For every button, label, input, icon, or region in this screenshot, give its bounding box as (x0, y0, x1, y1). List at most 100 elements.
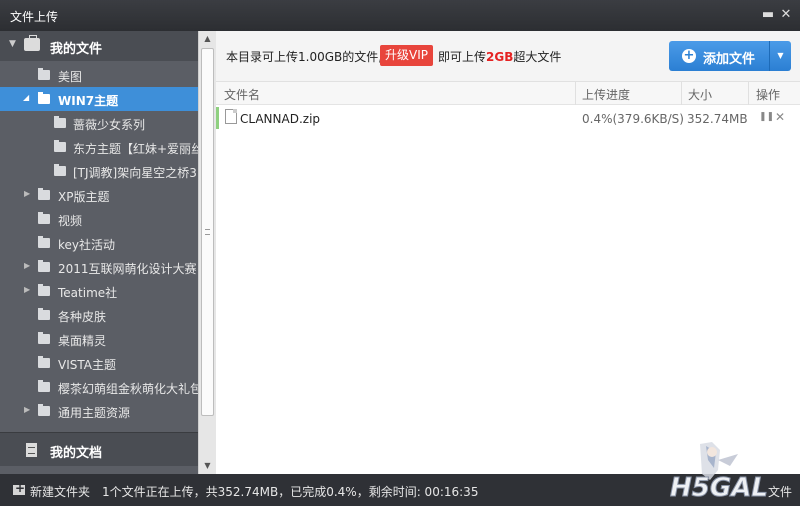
my-files-label: 我的文件 (50, 42, 103, 57)
column-divider (681, 82, 682, 105)
my-documents-label: 我的文档 (50, 446, 103, 461)
close-button[interactable]: ✕ (778, 7, 794, 23)
sidebar-item-label: 视频 (58, 214, 83, 228)
sidebar: ▼ 我的文件 美图 ◢ WIN7主题 蔷薇少女系列 东方主题【红妹+爱丽丝 [T… (0, 31, 216, 474)
sidebar-item-label: VISTA主题 (58, 358, 116, 372)
scroll-down-icon[interactable]: ▼ (199, 458, 216, 474)
folder-icon (38, 380, 50, 392)
upload-status-text: 1个文件正在上传，共352.74MB，已完成0.4%，剩余时间: 00:16:3… (102, 485, 479, 499)
window-title: 文件上传 (10, 10, 59, 24)
vip-benefit-suffix: 超大文件 (513, 50, 562, 64)
sidebar-item-label: 樱茶幻萌组金秋萌化大礼包 (58, 382, 198, 396)
folder-icon (38, 92, 50, 104)
new-folder-button[interactable]: 新建文件夹 (30, 483, 90, 500)
col-name[interactable]: 文件名 (224, 86, 260, 103)
folder-icon (38, 68, 50, 80)
column-divider (575, 82, 576, 105)
title-bar: 文件上传 ▬ ✕ (0, 0, 800, 31)
add-file-label: 添加文件 (703, 52, 756, 67)
minimize-button[interactable]: ▬ (760, 7, 776, 23)
sidebar-item-video[interactable]: 视频 (0, 207, 198, 231)
sidebar-item-label: [TJ调教]架向星空之桥3 (73, 166, 197, 180)
pause-icon[interactable]: ❚❚ (759, 112, 774, 122)
sidebar-item-teatime[interactable]: ▶ Teatime社 (0, 279, 198, 303)
sidebar-item-label: 通用主题资源 (58, 406, 131, 420)
folder-icon (38, 236, 50, 248)
sidebar-item-vista[interactable]: VISTA主题 (0, 351, 198, 375)
col-size[interactable]: 大小 (688, 86, 712, 103)
col-action: 操作 (756, 88, 781, 102)
sidebar-item-label: key社活动 (58, 238, 116, 252)
sidebar-item-sub-2[interactable]: 东方主题【红妹+爱丽丝 (0, 135, 198, 159)
sidebar-item-sub-1[interactable]: 蔷薇少女系列 (0, 111, 198, 135)
sidebar-item-desktop-sprite[interactable]: 桌面精灵 (0, 327, 198, 351)
folder-icon (54, 164, 66, 176)
upload-progress: 0.4%(379.6KB/S) (582, 112, 684, 126)
file-size: 352.74MB (687, 112, 748, 126)
expand-arrow-icon[interactable]: ▶ (24, 405, 30, 414)
file-icon (225, 109, 237, 124)
file-name: CLANNAD.zip (240, 112, 321, 126)
folder-icon (38, 212, 50, 224)
upgrade-vip-button[interactable]: 升级VIP (380, 45, 433, 66)
folder-icon (38, 356, 50, 368)
sidebar-item-skins[interactable]: 各种皮肤 (0, 303, 198, 327)
folder-icon (54, 140, 66, 152)
column-divider (748, 82, 749, 105)
sidebar-item-label: 美图 (58, 70, 83, 84)
my-documents-header[interactable]: 我的文档 (0, 432, 198, 466)
folder-icon (38, 188, 50, 200)
expand-arrow-icon[interactable]: ▶ (24, 189, 30, 198)
quota-text: 本目录可上传1.00GB的文件, (226, 50, 383, 64)
scroll-thumb[interactable] (201, 48, 214, 416)
expand-arrow-icon[interactable]: ▶ (24, 261, 30, 270)
table-row[interactable]: CLANNAD.zip 0.4%(379.6KB/S) 352.74MB ❚❚ … (216, 105, 800, 131)
upload-indicator (216, 107, 219, 129)
main-panel: 本目录可上传1.00GB的文件, 升级VIP 即可上传2GB超大文件 + 添加文… (216, 31, 800, 474)
my-files-header[interactable]: ▼ 我的文件 (0, 31, 198, 61)
folder-icon (38, 404, 50, 416)
sidebar-scrollbar[interactable]: ▲ ▼ (198, 31, 216, 474)
folder-icon (54, 116, 66, 128)
vip-benefit-prefix: 即可上传 (438, 50, 487, 64)
sidebar-item-sub-3[interactable]: [TJ调教]架向星空之桥3 (0, 159, 198, 183)
sidebar-item-label: 桌面精灵 (58, 334, 107, 348)
watermark-text: H5GAL (670, 473, 768, 502)
new-folder-icon[interactable] (13, 481, 25, 495)
grip-icon (205, 229, 210, 235)
vip-benefit-text: 即可上传2GB超大文件 (438, 48, 561, 65)
vip-size-highlight: 2GB (486, 50, 514, 64)
collapse-caret-icon: ▼ (9, 39, 16, 49)
sidebar-item-label: 蔷薇少女系列 (73, 118, 146, 132)
sidebar-item-contest[interactable]: ▶ 2011互联网萌化设计大赛 (0, 255, 198, 279)
sidebar-item-label: 2011互联网萌化设计大赛 (58, 262, 197, 276)
cancel-icon[interactable]: ✕ (775, 110, 785, 124)
sidebar-item-win7[interactable]: ◢ WIN7主题 (0, 87, 198, 111)
sidebar-item-meitu[interactable]: 美图 (0, 63, 198, 87)
scroll-up-icon[interactable]: ▲ (199, 31, 216, 47)
folder-icon (38, 332, 50, 344)
sidebar-item-label: 各种皮肤 (58, 310, 107, 324)
sidebar-item-xp[interactable]: ▶ XP版主题 (0, 183, 198, 207)
add-file-dropdown[interactable]: ▼ (769, 41, 791, 71)
col-progress[interactable]: 上传进度 (582, 86, 630, 103)
document-icon (26, 443, 37, 457)
sidebar-item-label: 东方主题【红妹+爱丽丝 (73, 142, 198, 156)
plus-icon: + (682, 48, 696, 63)
folder-icon (38, 260, 50, 272)
folder-icon (38, 308, 50, 320)
expand-arrow-icon[interactable]: ▶ (24, 285, 30, 294)
sidebar-item-label: XP版主题 (58, 190, 110, 204)
sidebar-item-gift-pack[interactable]: 樱茶幻萌组金秋萌化大礼包 (0, 375, 198, 399)
sidebar-item-label: Teatime社 (58, 286, 118, 300)
sidebar-item-common-resources[interactable]: ▶ 通用主题资源 (0, 399, 198, 423)
sidebar-footer-strip (0, 466, 198, 474)
expand-arrow-icon[interactable]: ◢ (23, 93, 29, 102)
sidebar-item-key[interactable]: key社活动 (0, 231, 198, 255)
watermark-logo: H5GAL (670, 442, 768, 502)
briefcase-icon (24, 35, 40, 51)
table-header: 文件名 上传进度 大小 操作 (216, 82, 800, 105)
add-file-button[interactable]: + 添加文件 (669, 41, 769, 71)
quota-info-bar: 本目录可上传1.00GB的文件, 升级VIP 即可上传2GB超大文件 + 添加文… (216, 31, 800, 82)
folder-icon (38, 284, 50, 296)
